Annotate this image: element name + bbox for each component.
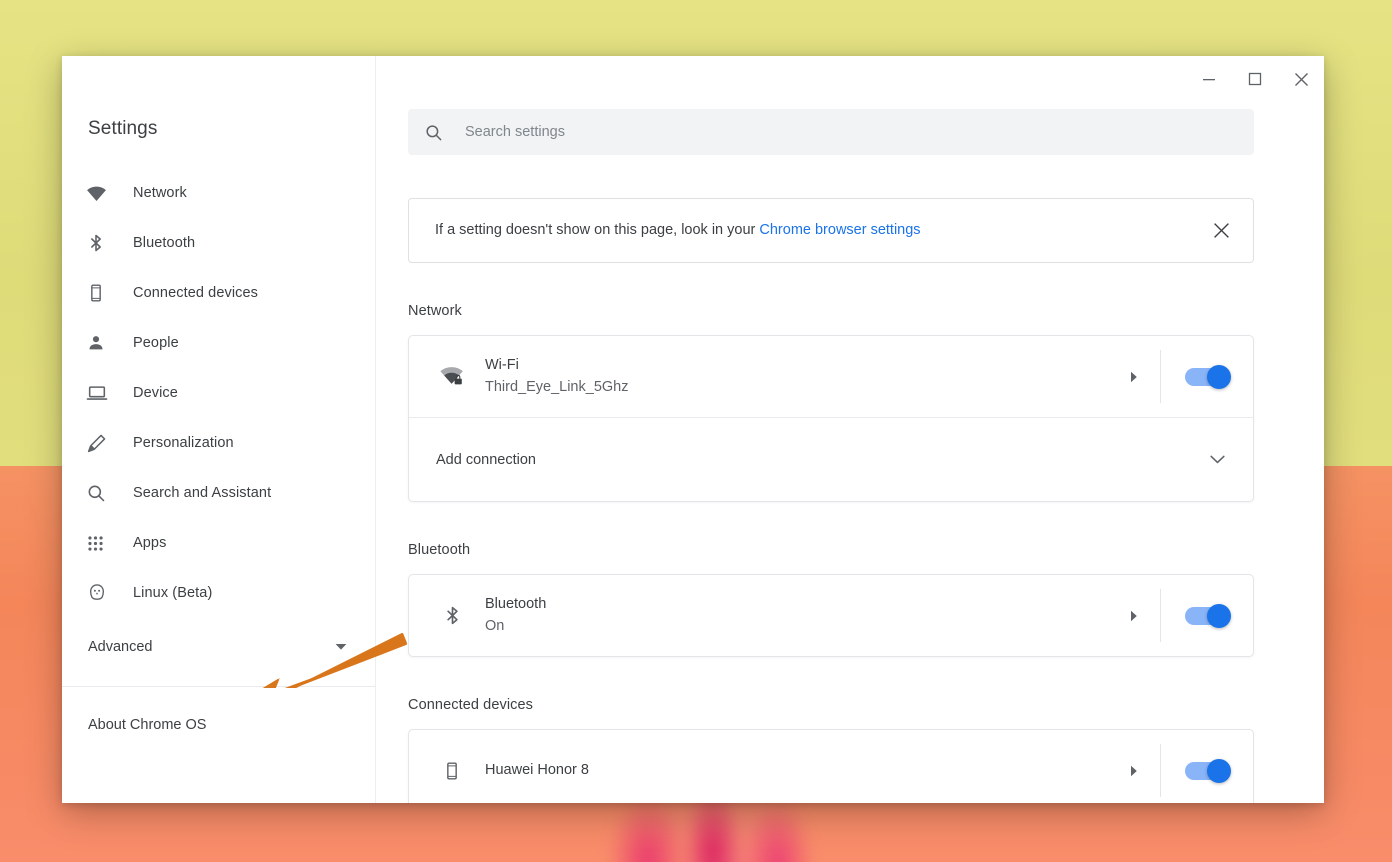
wifi-toggle[interactable]	[1185, 364, 1231, 389]
sidebar-item-search-and-assistant[interactable]: Search and Assistant	[62, 468, 375, 518]
settings-main-pane: If a setting doesn't show on this page, …	[376, 56, 1324, 803]
sidebar-item-apps[interactable]: Apps	[62, 518, 375, 568]
sidebar-item-label: People	[133, 335, 179, 351]
person-icon	[86, 333, 114, 353]
settings-window: Settings Network Bluetooth Connected dev…	[62, 56, 1324, 803]
wifi-row-texts: Wi-Fi Third_Eye_Link_5Ghz	[473, 354, 1108, 400]
sidebar-item-label: Apps	[133, 535, 167, 551]
maximize-button[interactable]	[1232, 56, 1278, 102]
section-heading-connected-devices: Connected devices	[408, 697, 534, 713]
laptop-icon	[86, 382, 114, 404]
bluetooth-toggle-cell	[1161, 603, 1253, 628]
sidebar-item-label: Bluetooth	[133, 235, 196, 251]
bluetooth-row-title: Bluetooth	[485, 595, 547, 612]
sidebar-item-label: Search and Assistant	[133, 485, 272, 501]
chrome-browser-settings-link[interactable]: Chrome browser settings	[759, 222, 920, 238]
minimize-button[interactable]	[1186, 56, 1232, 102]
brush-icon	[86, 433, 114, 454]
sidebar-item-personalization[interactable]: Personalization	[62, 418, 375, 468]
network-card: Wi-Fi Third_Eye_Link_5Ghz Add connection	[408, 335, 1254, 502]
close-icon	[1294, 72, 1308, 86]
phone-icon	[431, 761, 473, 781]
bluetooth-icon	[86, 233, 114, 253]
toggle-knob	[1207, 758, 1231, 783]
sidebar-item-device[interactable]: Device	[62, 368, 375, 418]
notice-close-button[interactable]	[1201, 211, 1241, 251]
settings-sidebar: Settings Network Bluetooth Connected dev…	[62, 56, 407, 803]
connected-device-title: Huawei Honor 8	[485, 762, 589, 779]
close-button[interactable]	[1278, 56, 1324, 102]
bluetooth-row-subtitle: On	[485, 618, 505, 635]
connected-device-texts: Huawei Honor 8	[473, 759, 1108, 781]
sidebar-item-label: Connected devices	[133, 285, 259, 301]
sidebar-item-label: Personalization	[133, 435, 234, 451]
sidebar-item-connected-devices[interactable]: Connected devices	[62, 268, 375, 318]
sidebar-item-linux-beta[interactable]: Linux (Beta)	[62, 568, 375, 618]
bluetooth-toggle[interactable]	[1185, 603, 1231, 628]
notice-text: If a setting doesn't show on this page, …	[435, 220, 1201, 240]
sidebar-item-bluetooth[interactable]: Bluetooth	[62, 218, 375, 268]
search-icon	[424, 123, 443, 142]
add-connection-label: Add connection	[436, 451, 536, 468]
chevron-down-icon	[335, 643, 347, 651]
wifi-locked-icon	[431, 364, 473, 390]
connected-device-toggle-cell	[1161, 758, 1253, 783]
bluetooth-row-texts: Bluetooth On	[473, 593, 1108, 639]
sidebar-about-label: About Chrome OS	[88, 717, 207, 733]
maximize-icon	[1248, 72, 1262, 86]
sidebar-item-label: Device	[133, 385, 178, 401]
page-title: Settings	[88, 118, 158, 139]
sidebar-item-advanced[interactable]: Advanced	[62, 622, 375, 672]
sidebar-item-network[interactable]: Network	[62, 168, 375, 218]
bluetooth-card: Bluetooth On	[408, 574, 1254, 657]
wifi-row[interactable]: Wi-Fi Third_Eye_Link_5Ghz	[409, 336, 1253, 417]
bluetooth-icon	[431, 605, 473, 626]
notice-text-prefix: If a setting doesn't show on this page, …	[435, 222, 760, 239]
search-bar[interactable]	[408, 109, 1254, 155]
toggle-knob	[1207, 603, 1231, 628]
sidebar-nav-list: Network Bluetooth Connected devices Peop…	[62, 168, 375, 618]
wifi-row-title: Wi-Fi	[485, 356, 519, 373]
sidebar-item-label: Network	[133, 185, 187, 201]
chrome-settings-notice: If a setting doesn't show on this page, …	[408, 198, 1254, 263]
add-connection-row[interactable]: Add connection	[409, 418, 1253, 501]
connected-device-toggle[interactable]	[1185, 758, 1231, 783]
section-heading-network: Network	[408, 303, 462, 319]
sidebar-advanced-label: Advanced	[88, 639, 153, 655]
linux-penguin-icon	[86, 582, 114, 604]
sidebar-divider	[62, 686, 375, 687]
chevron-right-icon[interactable]	[1108, 765, 1160, 777]
search-input[interactable]	[465, 109, 1238, 155]
phone-icon	[86, 283, 114, 303]
sidebar-item-people[interactable]: People	[62, 318, 375, 368]
window-titlebar	[1164, 56, 1324, 102]
chevron-right-icon[interactable]	[1108, 371, 1160, 383]
close-icon	[1213, 223, 1229, 238]
toggle-knob	[1207, 364, 1231, 389]
bluetooth-row[interactable]: Bluetooth On	[409, 575, 1253, 656]
section-heading-bluetooth: Bluetooth	[408, 542, 471, 558]
minimize-icon	[1203, 79, 1215, 81]
search-icon	[86, 483, 114, 503]
chevron-down-icon[interactable]	[1210, 455, 1231, 464]
wifi-toggle-cell	[1161, 364, 1253, 389]
chevron-right-icon[interactable]	[1108, 610, 1160, 622]
apps-grid-icon	[86, 534, 114, 553]
connected-devices-card: Huawei Honor 8	[408, 729, 1254, 803]
connected-device-row[interactable]: Huawei Honor 8	[409, 730, 1253, 803]
sidebar-item-about-chrome-os[interactable]: About Chrome OS	[62, 700, 375, 750]
wifi-row-subtitle: Third_Eye_Link_5Ghz	[485, 379, 629, 396]
sidebar-item-label: Linux (Beta)	[133, 585, 213, 601]
wifi-icon	[86, 183, 114, 204]
